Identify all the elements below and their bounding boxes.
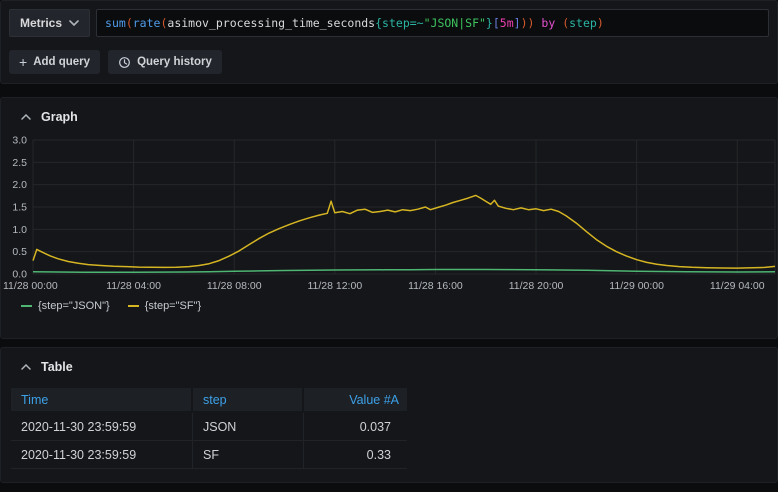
query-token: )) [520,16,535,30]
chevron-down-icon [69,20,79,26]
graph-panel-title: Graph [41,110,78,124]
x-tick-label: 11/28 16:00 [408,280,463,292]
query-editor-panel: Metrics sum(rate(asimov_processing_time_… [0,0,778,84]
graph-canvas[interactable]: 0.0 0.5 1.0 1.5 2.0 2.5 3.0 11/28 00:00 11/28 04… [1,132,778,298]
query-token: ( [125,16,133,30]
metrics-dropdown[interactable]: Metrics [9,9,91,37]
query-token [534,16,541,30]
y-tick-label: 3.0 [12,135,27,147]
query-token: =~ [409,16,424,30]
chevron-up-icon [21,114,31,120]
x-tick-label: 11/29 04:00 [710,280,765,292]
legend-series-dash [127,305,139,307]
query-input[interactable]: sum(rate(asimov_processing_time_seconds{… [96,9,769,37]
y-tick-label: 1.5 [12,202,27,214]
results-table: Time step Value #A 2020-11-30 23:59:59 JSON… [11,388,407,469]
query-token: { [375,16,383,30]
table-panel-title: Table [41,360,73,374]
chevron-up-icon [21,364,31,370]
add-query-button[interactable]: + Add query [9,50,101,74]
table-cell: 2020-11-30 23:59:59 [11,413,193,441]
x-tick-label: 11/28 08:00 [207,280,262,292]
metrics-dropdown-label: Metrics [20,16,63,30]
series-line [32,194,776,269]
legend-series-label: {step="JSON"} [38,300,110,312]
x-tick-label: 11/28 00:00 [3,280,58,292]
column-header-value-a[interactable]: Value #A [304,388,407,413]
table-cell: JSON [193,413,304,441]
y-tick-label: 0.5 [12,246,27,258]
legend-item[interactable]: {step="JSON"} [21,300,110,312]
query-token: sum [105,16,126,30]
query-history-button[interactable]: Query history [108,50,222,74]
legend-item[interactable]: {step="SF"} [127,300,202,312]
actions-row: + Add query Query history [9,50,769,74]
query-token: step [569,16,597,30]
history-icon [119,56,130,68]
x-tick-label: 11/28 12:00 [307,280,362,292]
table-cell: 0.037 [304,413,407,441]
table-row: 2020-11-30 23:59:59 SF 0.33 [11,441,407,469]
table-cell: 0.33 [304,441,407,469]
column-header-step[interactable]: step [193,388,304,413]
table-panel-header[interactable]: Table [1,348,777,374]
explore-view: Metrics sum(rate(asimov_processing_time_… [0,0,778,483]
query-token: "JSON|SF" [423,16,486,30]
query-row: Metrics sum(rate(asimov_processing_time_… [9,9,769,37]
legend-series-dash [21,305,32,307]
query-token: 5m [499,16,514,30]
query-token: ( [562,16,570,30]
x-tick-label: 11/28 20:00 [509,280,564,292]
table-cell: 2020-11-30 23:59:59 [11,441,193,469]
query-token: ) [596,16,604,30]
table-row: 2020-11-30 23:59:59 JSON 0.037 [11,413,407,441]
x-tick-label: 11/28 04:00 [106,280,161,292]
x-tick-label: 11/29 00:00 [609,280,664,292]
query-history-label: Query history [137,56,212,68]
y-tick-label: 2.5 [12,157,27,169]
add-query-label: Add query [33,56,91,68]
query-token: by [541,16,556,30]
query-token: ( [160,16,168,30]
y-tick-label: 1.0 [12,224,27,236]
query-token: } [485,16,493,30]
graph-panel-header[interactable]: Graph [1,98,777,124]
y-tick-label: 0.0 [12,269,27,281]
query-token: rate [132,16,161,30]
query-token [555,16,562,30]
query-token: [ [492,16,500,30]
plus-icon: + [19,54,28,70]
series-line [32,268,776,273]
graph-panel: Graph 0.0 0.5 1.0 1.5 2.0 2.5 3.0 11/28 00:00 11… [0,97,778,339]
y-tick-label: 2.0 [12,179,27,191]
table-cell: SF [193,441,304,469]
query-token: asimov_processing_time_seconds [167,16,376,30]
graph-legend: {step="JSON"} {step="SF"} [21,300,777,312]
table-header-row: Time step Value #A [11,388,407,413]
query-token: ] [513,16,521,30]
legend-series-label: {step="SF"} [144,300,202,312]
column-header-time[interactable]: Time [11,388,193,413]
table-panel: Table Time step Value #A 2020-11-30 23:59:… [0,347,778,483]
query-token: step [382,16,410,30]
